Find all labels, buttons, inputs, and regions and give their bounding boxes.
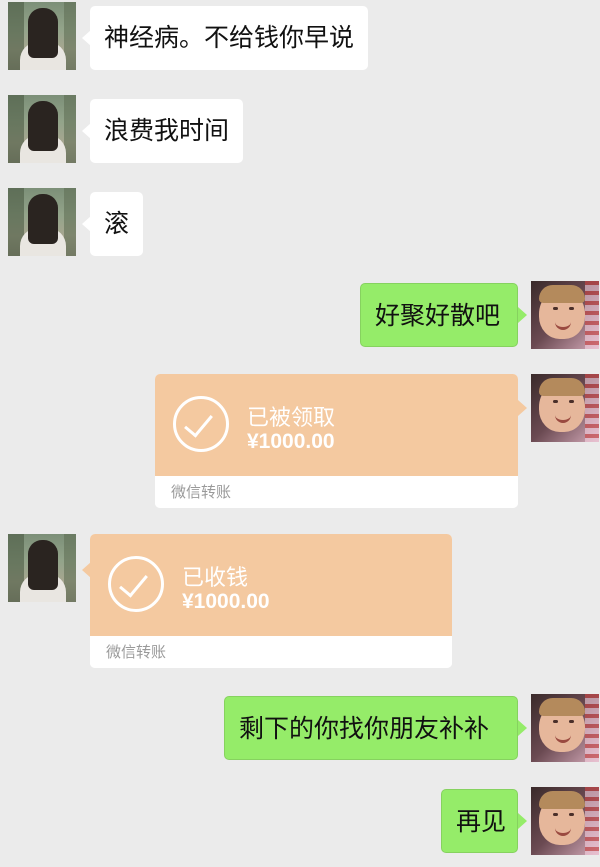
transfer-amount: ¥1000.00 (182, 590, 270, 613)
transfer-card[interactable]: 已被领取 ¥1000.00 微信转账 (155, 374, 518, 508)
check-circle-icon (173, 396, 229, 452)
transfer-amount: ¥1000.00 (247, 430, 335, 453)
message-bubble[interactable]: 神经病。不给钱你早说 (90, 6, 369, 70)
user-avatar[interactable] (531, 281, 599, 349)
check-circle-icon (108, 556, 164, 612)
contact-avatar[interactable] (8, 534, 76, 602)
message-bubble[interactable]: 浪费我时间 (90, 99, 244, 163)
contact-avatar[interactable] (8, 2, 76, 70)
message-bubble[interactable]: 再见 (441, 789, 518, 853)
message-bubble[interactable]: 好聚好散吧 (360, 283, 518, 347)
transfer-card[interactable]: 已收钱 ¥1000.00 微信转账 (90, 534, 452, 668)
transfer-status: 已收钱 (182, 566, 249, 591)
user-avatar[interactable] (531, 694, 599, 762)
transfer-status: 已被领取 (247, 406, 336, 431)
transfer-footer: 微信转账 (155, 476, 518, 508)
message-bubble[interactable]: 剩下的你找你朋友补补 (224, 696, 518, 760)
message-bubble[interactable]: 滚 (90, 192, 144, 256)
contact-avatar[interactable] (8, 188, 76, 256)
transfer-footer: 微信转账 (90, 636, 452, 668)
user-avatar[interactable] (531, 374, 599, 442)
user-avatar[interactable] (531, 787, 599, 855)
contact-avatar[interactable] (8, 95, 76, 163)
